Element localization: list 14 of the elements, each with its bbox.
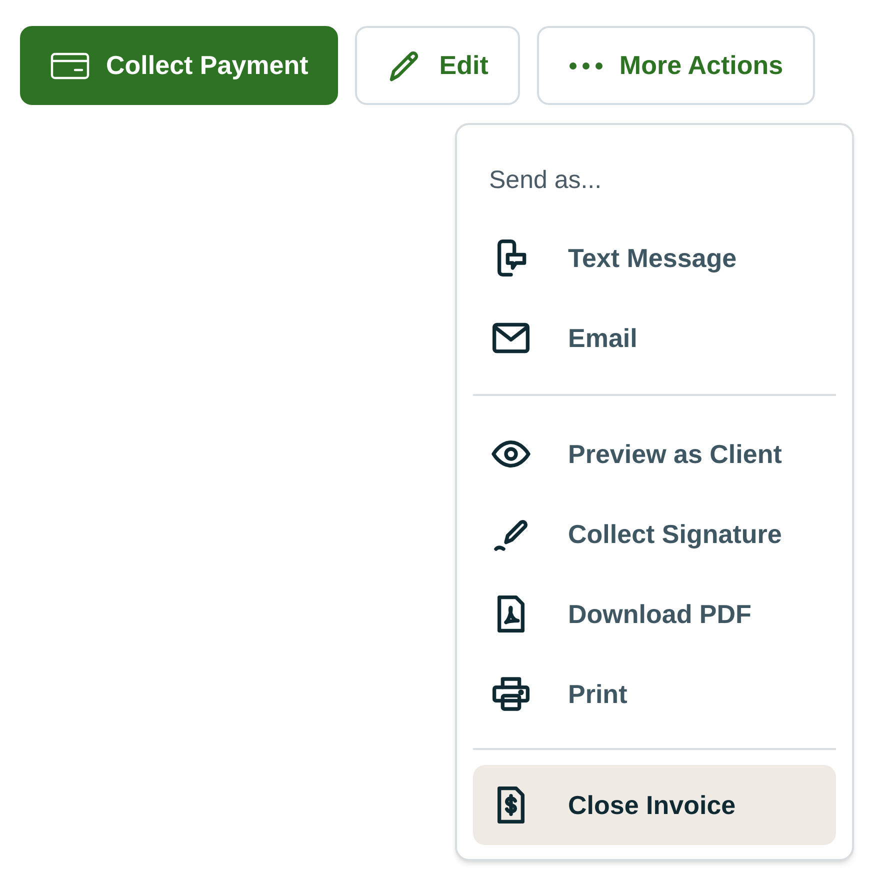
collect-payment-button[interactable]: Collect Payment — [20, 26, 338, 105]
edit-button[interactable]: Edit — [355, 26, 520, 105]
menu-item[interactable]: Text Message — [473, 218, 836, 298]
card-icon — [50, 52, 90, 80]
more-icon — [569, 62, 604, 70]
more-actions-button[interactable]: More Actions — [537, 26, 816, 105]
printer-icon — [491, 674, 531, 714]
menu-item[interactable]: Close Invoice — [473, 765, 836, 845]
menu-heading: Send as... — [488, 165, 602, 196]
menu-item[interactable]: Collect Signature — [473, 494, 836, 574]
menu-item[interactable]: Preview as Client — [473, 414, 836, 494]
menu-item[interactable]: Download PDF — [473, 574, 836, 654]
menu-item[interactable]: Email — [473, 298, 836, 378]
menu-item[interactable]: Print — [473, 654, 836, 734]
